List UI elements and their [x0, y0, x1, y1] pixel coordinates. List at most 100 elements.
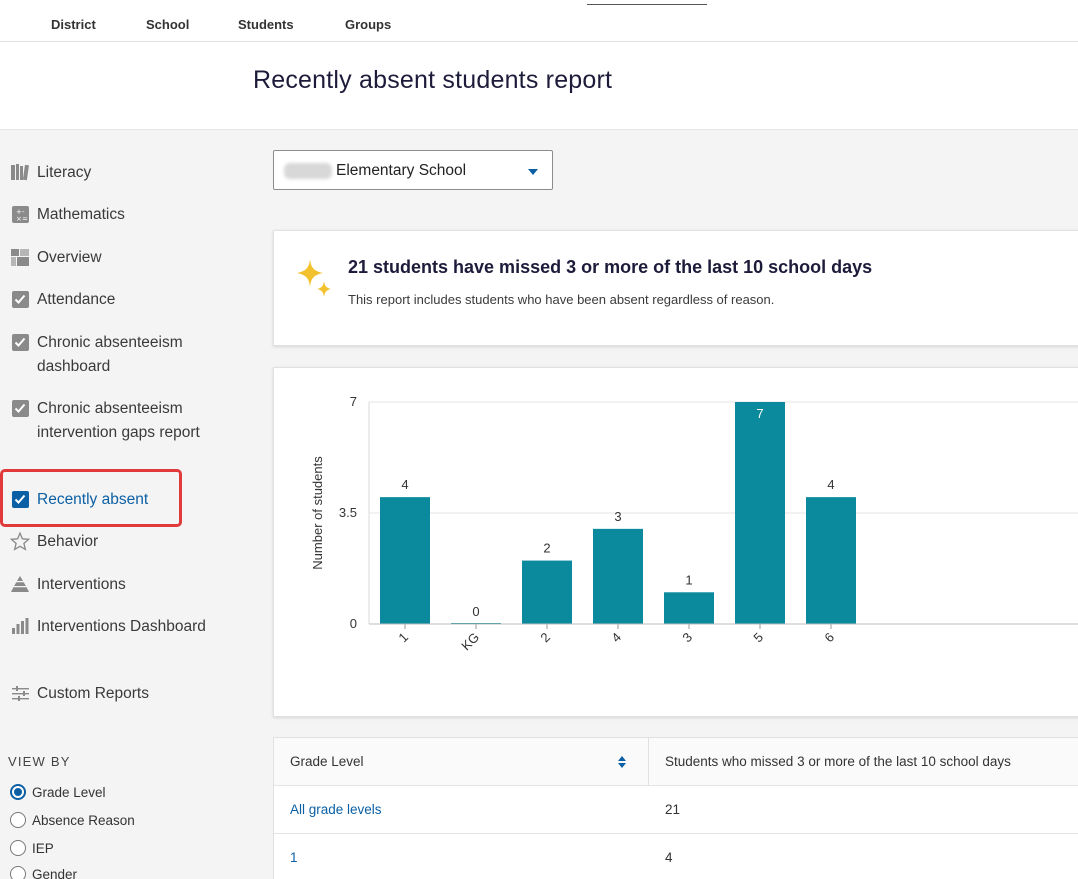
radio-dot[interactable] [10, 840, 26, 856]
sidebar-item-label: Literacy [37, 164, 92, 181]
x-tick-label: 4 [608, 630, 624, 646]
bar-chart-icon [10, 616, 30, 636]
checkbox-icon [10, 332, 30, 352]
page-title: Recently absent students report [253, 66, 613, 94]
y-axis-title: Number of students [310, 456, 325, 570]
sidebar-item-label: Attendance [37, 291, 116, 308]
chevron-down-icon[interactable] [528, 169, 538, 175]
sidebar-item-behavior[interactable]: Behavior [0, 530, 240, 554]
summary-card: 21 students have missed 3 or more of the… [273, 230, 1078, 346]
sidebar-item-label: Interventions Dashboard [37, 618, 206, 635]
y-tick-label: 7 [350, 394, 357, 409]
sidebar-item-attendance[interactable]: Attendance [0, 288, 240, 312]
svg-text:=: = [22, 215, 28, 223]
header-grade-level[interactable]: Grade Level [290, 754, 364, 769]
school-select-value: Elementary School [336, 162, 467, 179]
y-tick-label: 0 [350, 616, 357, 631]
data-label: 2 [543, 541, 550, 556]
star-icon [10, 530, 30, 551]
x-tick-label: 5 [750, 630, 766, 646]
sidebar-item-interventions[interactable]: Interventions [0, 573, 240, 597]
data-label: 3 [614, 509, 621, 524]
summary-headline: 21 students have missed 3 or more of the… [348, 257, 873, 277]
pyramid-icon [10, 574, 30, 594]
checkbox-icon [10, 289, 30, 309]
bar [806, 497, 856, 624]
redacted-school-name [284, 163, 332, 179]
sidebar-item-label: Interventions [37, 576, 126, 593]
radio-grade-level[interactable]: Grade Level [10, 784, 106, 800]
radio-absence-reason[interactable]: Absence Reason [10, 812, 135, 828]
radio-label: Absence Reason [32, 812, 135, 828]
summary-subtext: This report includes students who have b… [348, 292, 775, 307]
bar [522, 560, 572, 624]
tab-school[interactable]: School [146, 17, 189, 32]
x-tick-label: 1 [395, 630, 411, 646]
data-label: 7 [756, 406, 763, 421]
x-tick-label: 6 [821, 630, 837, 646]
y-tick-label: 3.5 [339, 505, 357, 520]
radio-label: IEP [32, 840, 54, 856]
blocks-icon [10, 247, 30, 267]
sidebar-item-label: Chronic absenteeism dashboard [37, 334, 183, 375]
title-band: Recently absent students report [0, 42, 1078, 130]
selection-highlight [0, 469, 182, 527]
books-icon [10, 162, 30, 182]
count-cell: 4 [665, 850, 673, 865]
sidebar-item-label: Chronic absenteeism intervention gaps re… [37, 400, 200, 441]
radio-label: Gender [32, 866, 78, 879]
radio-iep[interactable]: IEP [10, 840, 54, 856]
tab-indicator [587, 4, 707, 5]
calculator-icon: + - × = [10, 204, 30, 224]
top-nav: District School Students Groups [0, 0, 1078, 42]
tab-groups[interactable]: Groups [345, 17, 391, 32]
grade-link[interactable]: 1 [290, 850, 298, 865]
data-label: 4 [827, 477, 834, 492]
bar [593, 528, 643, 624]
data-label: 4 [401, 477, 408, 492]
column-divider [648, 738, 649, 786]
sidebar-item-label: Overview [37, 249, 102, 266]
sidebar-item-literacy[interactable]: Literacy [0, 161, 240, 185]
radio-dot[interactable] [10, 812, 26, 828]
sidebar-item-interventions-dashboard[interactable]: Interventions Dashboard [0, 615, 240, 639]
sidebar-item-mathematics[interactable]: + - × = Mathematics [0, 203, 240, 227]
bar [735, 402, 785, 624]
x-tick-label: 3 [679, 630, 695, 646]
sidebar-item-overview[interactable]: Overview [0, 246, 240, 270]
grade-link[interactable]: All grade levels [290, 802, 382, 817]
sidebar-item-label: Custom Reports [37, 685, 149, 702]
sort-icon[interactable] [616, 755, 628, 769]
sidebar-item-intervention-gaps-report[interactable]: Chronic absenteeism intervention gaps re… [0, 397, 240, 445]
data-table: Grade Level Students who missed 3 or mor… [273, 737, 1078, 879]
sliders-icon [10, 683, 30, 703]
count-cell: 21 [665, 802, 681, 817]
checkbox-icon [10, 398, 30, 418]
x-tick-label: KG [458, 630, 482, 654]
radio-label: Grade Level [32, 784, 106, 800]
sparkle-icon [297, 259, 331, 297]
bar [380, 497, 430, 624]
data-label: 1 [685, 572, 692, 587]
tab-district[interactable]: District [51, 17, 96, 32]
sidebar-item-label: Mathematics [37, 206, 125, 223]
bar [664, 592, 714, 624]
svg-text:×: × [16, 215, 22, 223]
header-missed-count: Students who missed 3 or more of the las… [665, 754, 1011, 769]
x-tick-label: 2 [537, 630, 553, 646]
sidebar: Literacy + - × = Mathematics Overview Atten… [0, 131, 250, 879]
sidebar-item-chronic-absenteeism-dashboard[interactable]: Chronic absenteeism dashboard [0, 331, 240, 379]
tab-students[interactable]: Students [238, 17, 294, 32]
data-label: 0 [472, 604, 479, 619]
radio-dot[interactable] [10, 866, 26, 879]
table-row: All grade levels 21 [274, 786, 1078, 834]
radio-dot[interactable] [10, 784, 26, 800]
table-header-row: Grade Level Students who missed 3 or mor… [274, 738, 1078, 786]
bar-chart: 0 3.5 7 Number of students 4 1 0 KG 2 2 3 4 1 3 7 5 4 6 [310, 394, 1078, 654]
school-select[interactable]: Elementary School [273, 150, 553, 190]
table-row: 1 4 [274, 834, 1078, 879]
radio-gender[interactable]: Gender [10, 866, 77, 879]
view-by-heading: VIEW BY [8, 754, 71, 769]
sidebar-item-custom-reports[interactable]: Custom Reports [0, 682, 240, 706]
sidebar-item-label: Behavior [37, 533, 99, 550]
